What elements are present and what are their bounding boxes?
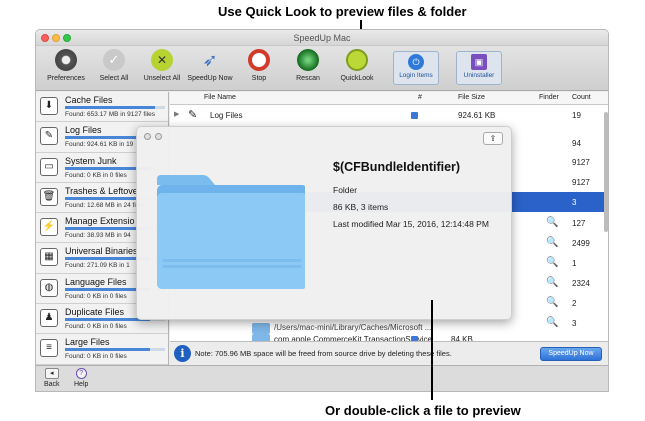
count-value: 3 (572, 198, 577, 207)
table-header: File Name # File Size Finder Count (170, 92, 608, 105)
app-window: SpeedUp Mac Preferences ✓ Select All ✕ U… (35, 29, 609, 392)
title-bar: SpeedUp Mac (36, 30, 608, 46)
progress-bar (65, 106, 165, 109)
sidebar-item-label: Manage Extensio (65, 216, 135, 227)
count-value: 2324 (572, 279, 590, 288)
window-title: SpeedUp Mac (293, 33, 351, 43)
quicklook-button[interactable]: QuickLook (327, 49, 387, 82)
eye-icon (346, 49, 368, 71)
count-value: 2 (572, 299, 577, 308)
footer: ◂ Back ? Help (36, 365, 608, 391)
zoom-window-button[interactable] (63, 34, 71, 42)
download-icon: ⬇ (40, 97, 58, 115)
sidebar-item-label: Universal Binaries (65, 246, 138, 257)
quicklook-panel: ⇪ $(CFBundleIdentifier) Folder 86 KB, 3 … (136, 126, 512, 320)
count-value: 127 (572, 219, 586, 228)
quicklook-title: $(CFBundleIdentifier) (333, 160, 461, 174)
sidebar-item-found: Found: 271.09 KB in 1 (65, 262, 130, 270)
sidebar-item-label: Language Files (65, 276, 127, 287)
space-note: Note: 705.96 MB space will be freed from… (195, 349, 452, 358)
document-icon: ≡ (40, 339, 58, 358)
share-icon[interactable]: ⇪ (483, 132, 503, 145)
sidebar-item-label: Duplicate Files (65, 307, 125, 318)
back-button[interactable]: ◂ Back (44, 368, 60, 388)
trash-icon: 🗑 (40, 187, 58, 206)
speedup-now-bottom-button[interactable]: SpeedUp Now (540, 347, 602, 361)
chip-icon: ▦ (40, 248, 58, 267)
sidebar-item-found: Found: 924.61 KB in 19 (65, 141, 134, 149)
uninstaller-button[interactable]: ▣ Uninstaller (456, 51, 502, 85)
folder-preview-icon (157, 175, 305, 289)
progress-bar (65, 348, 165, 352)
uninstaller-icon: ▣ (471, 54, 487, 70)
magnifier-icon[interactable]: 🔍 (546, 277, 558, 288)
sidebar-item-label: System Junk (65, 155, 117, 166)
quicklook-close-icon[interactable] (144, 133, 151, 140)
quicklook-fullscreen-icon[interactable] (155, 133, 162, 140)
toolbar: Preferences ✓ Select All ✕ Unselect All … (36, 46, 608, 91)
close-window-button[interactable] (41, 34, 49, 42)
sidebar-item-found: Found: 653.17 MB in 9127 files (65, 111, 155, 118)
stop-icon (248, 49, 270, 71)
back-arrow-icon: ◂ (44, 368, 59, 379)
status-bar: i Note: 705.96 MB space will be freed fr… (170, 341, 608, 365)
help-button[interactable]: ? Help (74, 368, 88, 388)
count-value: 2499 (572, 239, 590, 248)
login-items-button[interactable]: ⏻ Login Items (393, 51, 439, 85)
sidebar-item[interactable]: ⬇ Cache Files Found: 653.17 MB in 9127 fil… (36, 92, 168, 123)
people-icon: ♟ (40, 309, 58, 328)
radar-icon (297, 49, 319, 71)
sidebar-item-found: Found: 38.93 MB in 94 (65, 232, 131, 240)
sidebar-item-found: Found: 0 KB in 0 files (65, 353, 127, 361)
col-file-size[interactable]: File Size (458, 94, 485, 101)
magnifier-icon[interactable]: 🔍 (546, 257, 558, 268)
magnifier-icon[interactable]: 🔍 (546, 217, 558, 228)
sidebar-item-label: Large Files (65, 337, 110, 348)
magnifier-icon[interactable]: 🔍 (546, 297, 558, 308)
quicklook-kind: Folder (333, 185, 358, 195)
sidebar-item-label: Trashes & Leftove (65, 185, 138, 196)
annotation-top: Use Quick Look to preview files & folder (218, 4, 467, 19)
quicklook-size: 86 KB, 3 items (333, 202, 389, 212)
power-icon: ⏻ (408, 54, 424, 70)
table-row[interactable]: ▶ ✎ Log Files 924.61 KB 19 (170, 105, 608, 125)
log-icon: ✎ (40, 127, 58, 146)
annotation-bottom: Or double-click a file to preview (325, 403, 521, 418)
col-finder[interactable]: Finder (539, 94, 559, 101)
sidebar-item-found: Found: 0 KB in 0 files (65, 323, 127, 331)
scrollbar[interactable] (604, 112, 608, 232)
count-value: 9127 (572, 178, 590, 187)
globe-icon: ◍ (40, 278, 58, 297)
plug-icon: ⚡ (40, 218, 58, 237)
unselect-icon: ✕ (151, 49, 173, 71)
magnifier-icon[interactable]: 🔍 (546, 237, 558, 248)
sidebar-item[interactable]: ≡ Large Files Found: 0 KB in 0 files (36, 334, 168, 365)
sidebar-item-label: Cache Files (65, 95, 113, 105)
annotation-bottom-arrow (431, 300, 433, 400)
count-value: 9127 (572, 158, 590, 167)
checkmark-icon: ✓ (103, 49, 125, 71)
quicklook-modified: Last modified Mar 15, 2016, 12:14:48 PM (333, 219, 489, 229)
sidebar-item-found: Found: 12.68 MB in 24 files (65, 201, 145, 209)
col-file-name[interactable]: File Name (204, 94, 236, 101)
info-icon: i (174, 345, 191, 362)
disclosure-triangle-icon[interactable]: ▶ (174, 110, 179, 118)
log-icon: ✎ (188, 109, 198, 121)
count-value: 94 (572, 139, 581, 148)
sidebar-item-label: Log Files (65, 125, 102, 136)
minimize-window-button[interactable] (52, 34, 60, 42)
rocket-icon: ➶ (202, 50, 218, 70)
gear-icon (55, 49, 77, 71)
row-checkbox[interactable] (411, 112, 418, 119)
col-num[interactable]: # (418, 94, 422, 101)
sidebar-item-found: Found: 0 KB in 0 files (65, 171, 127, 179)
count-value: 1 (572, 259, 577, 268)
col-count[interactable]: Count (572, 94, 591, 101)
monitor-icon: ▭ (40, 157, 58, 176)
sidebar-item-found: Found: 0 KB in 0 files (65, 292, 127, 300)
help-icon: ? (75, 368, 87, 379)
